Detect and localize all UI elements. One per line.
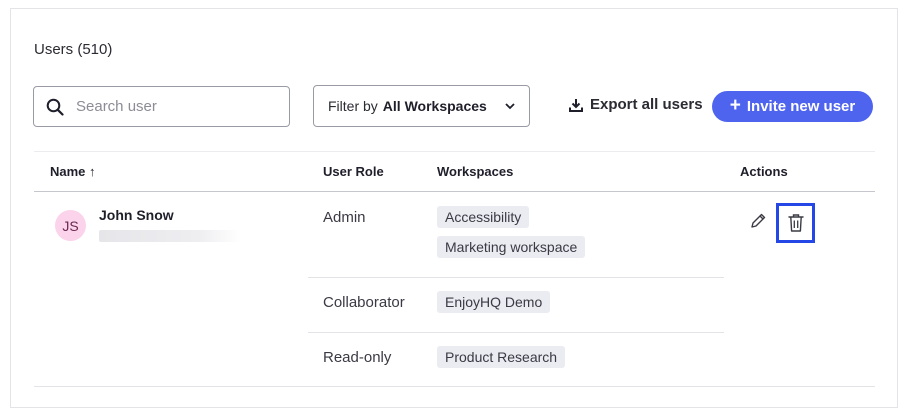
membership-divider bbox=[308, 277, 724, 278]
edit-user-button[interactable] bbox=[748, 211, 768, 231]
workspace-tag: Accessibility bbox=[437, 206, 530, 228]
user-name: John Snow bbox=[99, 207, 174, 223]
column-header-role: User Role bbox=[323, 164, 384, 179]
workspace-tag: EnjoyHQ Demo bbox=[437, 291, 551, 313]
user-role: Read-only bbox=[323, 349, 392, 366]
pencil-icon bbox=[749, 212, 767, 230]
download-icon bbox=[569, 98, 583, 112]
workspace-tag: Product Research bbox=[437, 346, 566, 368]
user-email-redacted bbox=[99, 230, 241, 242]
invite-new-user-button[interactable]: + Invite new user bbox=[712, 91, 873, 122]
chevron-down-icon bbox=[505, 102, 515, 110]
table-header-divider bbox=[34, 191, 875, 192]
membership-divider bbox=[308, 332, 724, 333]
plus-icon: + bbox=[729, 95, 741, 116]
workspace-filter-dropdown[interactable]: Filter by All Workspaces bbox=[313, 85, 530, 127]
search-input[interactable] bbox=[74, 97, 278, 116]
table-row-divider bbox=[34, 386, 875, 387]
column-header-workspaces: Workspaces bbox=[437, 164, 514, 179]
filter-prefix-label: Filter by bbox=[328, 98, 378, 114]
user-role: Admin bbox=[323, 209, 366, 226]
workspace-tag: Marketing workspace bbox=[437, 236, 586, 258]
filter-selected-value: All Workspaces bbox=[382, 98, 487, 114]
user-role: Collaborator bbox=[323, 294, 405, 311]
export-label: Export all users bbox=[590, 96, 703, 113]
delete-user-button[interactable] bbox=[776, 203, 815, 243]
column-header-actions: Actions bbox=[740, 164, 788, 179]
search-field[interactable] bbox=[33, 86, 290, 127]
search-icon bbox=[46, 97, 66, 117]
page-title: Users (510) bbox=[34, 41, 113, 58]
export-all-users-button[interactable]: Export all users bbox=[569, 96, 703, 113]
column-header-name[interactable]: Name ↑ bbox=[50, 164, 96, 179]
trash-icon bbox=[787, 213, 805, 233]
avatar: JS bbox=[55, 210, 86, 241]
table-top-divider bbox=[34, 151, 875, 152]
invite-label: Invite new user bbox=[746, 98, 856, 115]
